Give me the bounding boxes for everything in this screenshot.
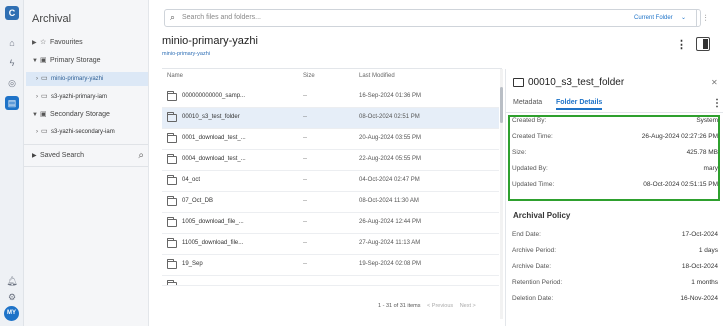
folder-icon [167,112,177,122]
user-avatar[interactable]: MY [4,306,19,321]
pagination: 1 - 31 of 31 items < Previous Next > [378,303,476,309]
details-title: 00010_s3_test_folder [513,77,624,88]
toggle-details-panel-icon[interactable] [696,37,710,51]
bolt-icon[interactable]: ϟ [5,56,19,70]
archive-icon[interactable]: ▤ [5,96,19,110]
chevron-right-icon[interactable]: ▶ [32,36,40,50]
chevron-down-icon[interactable]: ⌄ [681,14,686,21]
folder-icon [167,154,177,164]
tab-metadata[interactable]: Metadata [513,99,542,106]
folder-icon [513,77,524,87]
app-logo-icon[interactable]: C [5,6,19,20]
next-page-button[interactable]: Next > [460,303,476,309]
tree-item-bucket-s3-yazhi-secondary-iam[interactable]: › ▭ s3-yazhi-secondary-iam [36,125,115,139]
target-icon[interactable]: ◎ [5,76,19,90]
filter-sliders-icon[interactable]: ⫶ [696,9,714,27]
more-options-icon[interactable]: ⋮ [712,98,722,109]
breadcrumb[interactable]: minio-primary-yazhi [162,51,210,57]
previous-page-button[interactable]: < Previous [427,303,453,309]
star-icon: ☆ [40,39,47,46]
details-panel: 00010_s3_test_folder ✕ Metadata Folder D… [505,69,723,326]
folder-icon [167,238,177,248]
search-bar[interactable]: ⌕ Search files and folders... Current Fo… [164,9,701,27]
table-row[interactable]: 1005_download_file_... -- 26-Aug-2024 12… [162,213,499,234]
policy-archive-period: Archive Period: 1 days [512,247,718,254]
column-header-last-modified[interactable]: Last Modified [359,73,395,79]
bucket-icon: ▭ [41,93,48,100]
tree-item-favourites[interactable]: ▶ ☆ Favourites [32,36,83,50]
more-options-icon[interactable]: ⋮ [676,38,687,51]
navigation-panel: Archival ▶ ☆ Favourites ▼ ▣ Primary Storage … [24,0,149,326]
table-row[interactable]: 11005_download_file... -- 27-Aug-2024 11… [162,234,499,255]
search-icon[interactable]: ⌕ [138,149,144,163]
chevron-right-icon[interactable]: ▶ [32,149,40,163]
divider [24,144,148,145]
chevron-down-icon[interactable]: ▼ [32,54,40,68]
detail-created-by: Created By: System [512,117,718,124]
tree-item-primary-storage[interactable]: ▼ ▣ Primary Storage [32,54,101,68]
tree-item-secondary-storage[interactable]: ▼ ▣ Secondary Storage [32,108,110,122]
search-icon: ⌕ [170,12,176,22]
folder-icon [167,196,177,206]
table-row[interactable]: 19_Sep -- 19-Sep-2024 02:08 PM [162,255,499,276]
chevron-down-icon[interactable]: ▼ [32,108,40,122]
column-header-name[interactable]: Name [167,73,183,79]
detail-size: Size: 425.78 MB [512,149,718,156]
folder-icon [167,259,177,269]
divider [24,166,148,167]
saved-search-section[interactable]: ▶ Saved Search ⌕ [32,149,144,163]
detail-updated-time: Updated Time: 08-Oct-2024 02:51:15 PM [512,181,718,188]
tree-item-bucket-minio-primary-yazhi[interactable]: › ▭ minio-primary-yazhi [26,72,148,86]
folder-icon [167,91,177,101]
table-row[interactable]: 000000000000_samp... -- 16-Sep-2024 01:3… [162,87,499,108]
bucket-icon: ▭ [41,128,48,135]
settings-gear-icon[interactable]: ⚙ [5,290,19,304]
nav-title: Archival [32,13,72,25]
table-scrollbar[interactable] [500,69,503,319]
file-table: Name Size Last Modified 000000000000_sam… [162,68,503,324]
folder-icon [167,175,177,185]
table-row-selected[interactable]: 00010_s3_test_folder -- 08-Oct-2024 02:5… [162,108,499,129]
tree-item-bucket-s3-yazhi-primary-iam[interactable]: › ▭ s3-yazhi-primary-iam [36,90,107,104]
detail-updated-by: Updated By: mary [512,165,718,172]
archival-policy-heading: Archival Policy [513,211,571,220]
home-icon[interactable]: ⌂ [5,36,19,50]
search-scope-dropdown[interactable]: Current Folder [634,15,673,21]
table-row[interactable]: 04_oct -- 04-Oct-2024 02:47 PM [162,171,499,192]
policy-archive-date: Archive Date: 18-Oct-2024 [512,263,718,270]
search-input[interactable]: Search files and folders... [182,14,261,21]
pagination-summary: 1 - 31 of 31 items [378,303,421,309]
folder-icon [167,280,177,285]
bell-icon[interactable]: 🔔︎ [5,274,19,288]
folder-icon [167,133,177,143]
storage-icon: ▣ [40,57,47,64]
detail-created-time: Created Time: 26-Aug-2024 02:27:26 PM [512,133,718,140]
policy-end-date: End Date: 17-Oct-2024 [512,231,718,238]
policy-deletion-date: Deletion Date: 16-Nov-2024 [512,295,718,302]
bucket-icon: ▭ [41,75,48,82]
column-header-size[interactable]: Size [303,73,315,79]
policy-retention-period: Retention Period: 1 months [512,279,718,286]
storage-icon: ▣ [40,111,47,118]
folder-icon [167,217,177,227]
tab-folder-details[interactable]: Folder Details [556,99,603,110]
app-rail: C ⌂ ϟ ◎ ▤ 🔔︎ ⚙ MY [0,0,24,326]
table-row[interactable] [162,276,499,286]
page-title: minio-primary-yazhi [162,35,258,47]
table-row[interactable]: 0004_download_test_... -- 22-Aug-2024 05… [162,150,499,171]
close-icon[interactable]: ✕ [711,78,718,87]
scrollbar-thumb[interactable] [500,87,503,123]
table-row[interactable]: 0001_download_test_... -- 20-Aug-2024 03… [162,129,499,150]
divider [506,112,723,113]
table-row[interactable]: 07_Oct_DB -- 08-Oct-2024 11:30 AM [162,192,499,213]
